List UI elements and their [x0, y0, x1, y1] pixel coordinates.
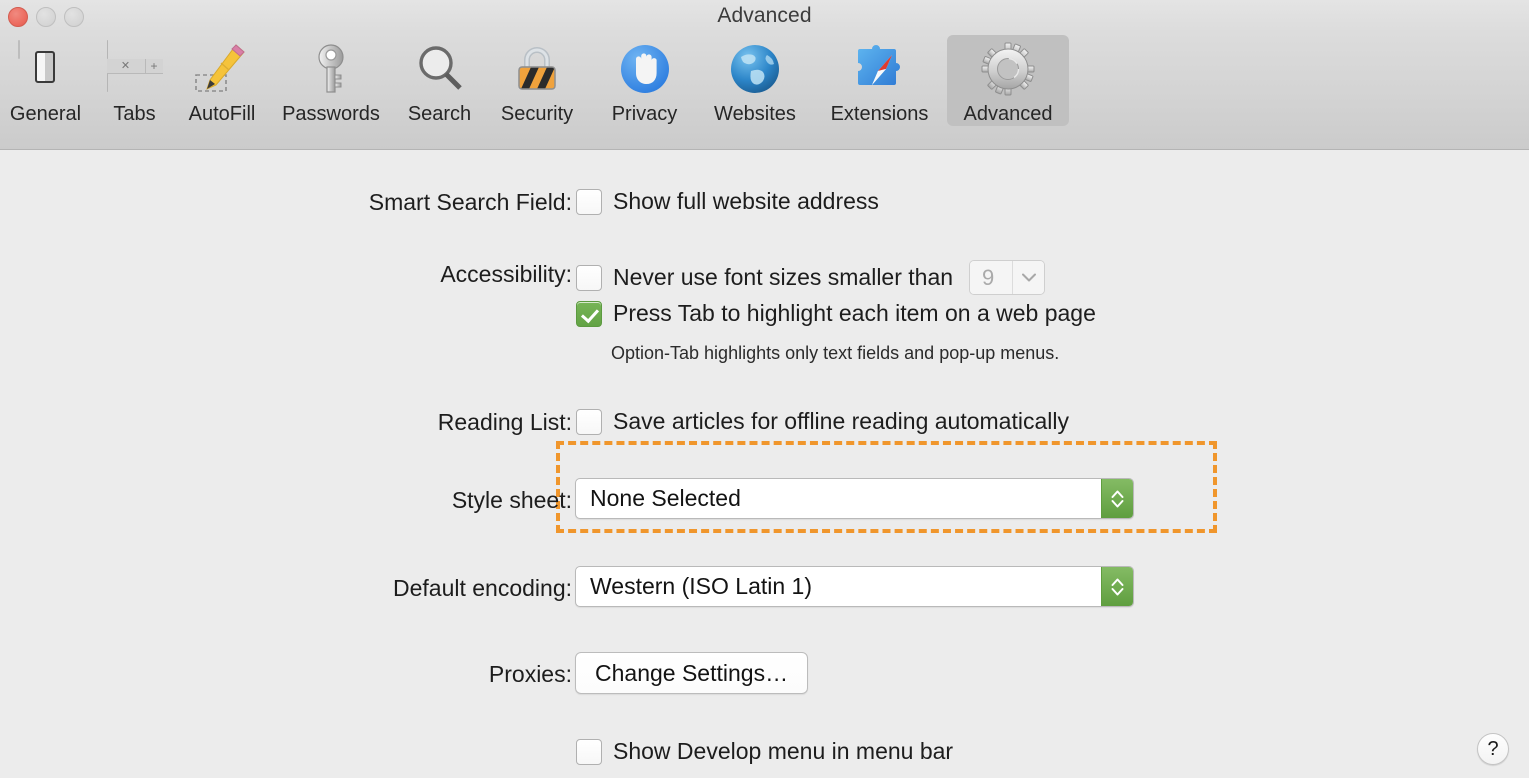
save-articles-offline-label: Save articles for offline reading automa… — [613, 408, 1069, 434]
show-full-website-address-label: Show full website address — [613, 188, 879, 214]
tab-label: Tabs — [113, 103, 156, 125]
style-sheet-value: None Selected — [590, 485, 741, 511]
minimum-font-size-combobox[interactable]: 9 — [969, 260, 1046, 295]
accessibility-label: Accessibility: — [440, 261, 572, 287]
toolbar: General ✕ + Tabs AutoFill Passwords Sear… — [0, 35, 1069, 126]
show-develop-menu-label: Show Develop menu in menu bar — [613, 738, 954, 764]
search-magnifier-icon — [412, 41, 468, 97]
privacy-hand-icon — [617, 41, 673, 97]
tab-websites[interactable]: Websites — [698, 35, 812, 126]
stepper-arrows-icon[interactable] — [1101, 567, 1133, 606]
tab-label: Websites — [714, 103, 796, 125]
tabs-icon: ✕ + — [106, 40, 163, 97]
reading-list-row: Save articles for offline reading automa… — [576, 408, 1069, 435]
help-button[interactable]: ? — [1477, 733, 1509, 765]
tab-label: General — [9, 103, 82, 125]
never-use-font-sizes-label: Never use font sizes smaller than — [613, 264, 954, 290]
tab-label: Search — [407, 103, 472, 125]
tab-search[interactable]: Search — [396, 35, 483, 126]
show-develop-menu-checkbox[interactable] — [576, 738, 602, 765]
general-switch-icon — [17, 40, 74, 97]
smart-search-row: Show full website address — [576, 188, 879, 215]
tab-autofill[interactable]: AutoFill — [178, 35, 266, 126]
style-sheet-label: Style sheet: — [451, 487, 572, 513]
autofill-pencil-icon — [194, 41, 250, 97]
chevron-down-icon — [1012, 261, 1045, 294]
tab-tabs[interactable]: ✕ + Tabs — [91, 35, 178, 126]
security-padlock-icon — [509, 41, 565, 97]
press-tab-highlight-row: Press Tab to highlight each item on a we… — [576, 300, 1096, 327]
default-encoding-label: Default encoding: — [392, 575, 572, 601]
tab-label: AutoFill — [188, 103, 256, 125]
tab-advanced[interactable]: Advanced — [947, 35, 1069, 126]
page-title: Advanced — [717, 4, 812, 27]
preferences-content: Smart Search Field: Show full website ad… — [0, 151, 1529, 778]
develop-menu-row: Show Develop menu in menu bar — [576, 738, 953, 765]
tab-label: Privacy — [611, 103, 678, 125]
show-full-website-address-checkbox[interactable] — [576, 188, 602, 215]
tab-label: Passwords — [282, 103, 380, 125]
press-tab-highlight-hint: Option-Tab highlights only text fields a… — [611, 343, 1060, 363]
change-settings-button[interactable]: Change Settings… — [575, 652, 809, 694]
accessibility-font-size-row: Never use font sizes smaller than 9 — [576, 260, 1046, 295]
passwords-key-icon — [303, 41, 359, 97]
style-sheet-popup-button[interactable]: None Selected — [575, 478, 1134, 519]
stepper-arrows-icon[interactable] — [1101, 479, 1133, 518]
tab-passwords[interactable]: Passwords — [266, 35, 396, 126]
preferences-window: Advanced General ✕ + Tabs AutoFill Passw… — [0, 0, 1529, 778]
tab-general[interactable]: General — [0, 35, 91, 126]
tab-extensions[interactable]: Extensions — [812, 35, 947, 126]
tab-label: Security — [500, 103, 574, 125]
minimum-font-size-value: 9 — [970, 261, 1013, 294]
reading-list-label: Reading List: — [437, 409, 572, 435]
tab-privacy[interactable]: Privacy — [591, 35, 698, 126]
press-tab-highlight-label: Press Tab to highlight each item on a we… — [613, 300, 1096, 326]
extensions-puzzle-icon — [852, 41, 908, 97]
advanced-gear-icon — [980, 41, 1036, 97]
websites-globe-icon — [727, 41, 783, 97]
tab-security[interactable]: Security — [483, 35, 591, 126]
press-tab-highlight-checkbox[interactable] — [576, 300, 602, 327]
never-use-font-sizes-checkbox[interactable] — [576, 264, 602, 291]
tab-label: Advanced — [963, 103, 1053, 125]
save-articles-offline-checkbox[interactable] — [576, 408, 602, 435]
proxies-label: Proxies: — [488, 661, 572, 687]
default-encoding-popup-button[interactable]: Western (ISO Latin 1) — [575, 566, 1134, 607]
smart-search-field-label: Smart Search Field: — [368, 189, 572, 215]
tab-label: Extensions — [830, 103, 929, 125]
default-encoding-value: Western (ISO Latin 1) — [590, 573, 812, 599]
titlebar-toolbar: Advanced General ✕ + Tabs AutoFill Passw… — [0, 0, 1529, 150]
